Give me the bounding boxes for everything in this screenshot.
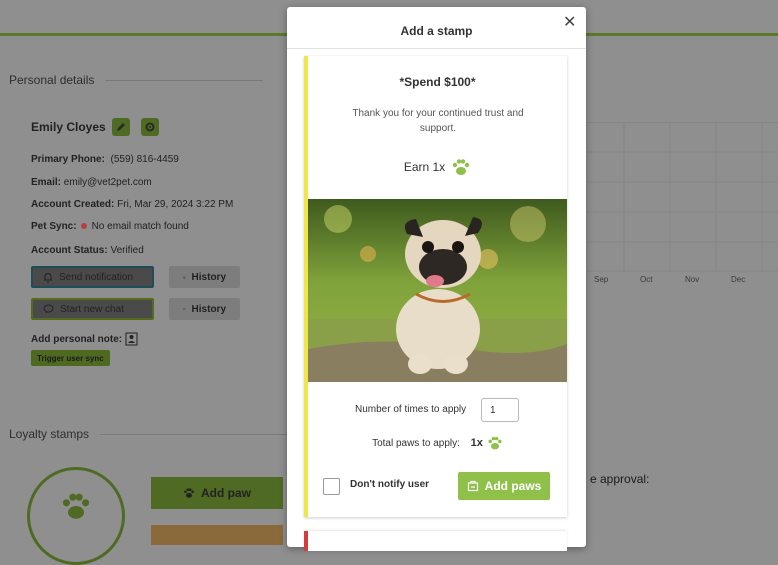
add-paws-button[interactable]: Add paws — [458, 472, 550, 500]
close-icon[interactable]: ✕ — [563, 12, 576, 32]
contact-card-icon — [125, 332, 138, 346]
notification-history-button[interactable]: History — [169, 266, 240, 288]
bell-icon — [44, 272, 52, 282]
secondary-action-button[interactable] — [151, 525, 283, 545]
loyalty-stamps-title: Loyalty stamps — [9, 427, 90, 441]
modal-title: Add a stamp — [400, 24, 473, 38]
month-label: Sep — [594, 275, 609, 284]
total-paws-row: Total paws to apply: 1x — [308, 435, 567, 451]
dont-notify-checkbox[interactable] — [323, 478, 340, 495]
stamp-card: *Spend $100* Thank you for your continue… — [304, 56, 567, 517]
approval-label: e approval: — [590, 472, 650, 486]
edit-button[interactable] — [112, 118, 130, 136]
email-row: Email: emily@vet2pet.com — [31, 177, 152, 188]
number-of-times-label: Number of times to apply — [355, 404, 467, 415]
start-new-chat-button[interactable]: Start new chat — [31, 298, 154, 320]
chart-grid — [575, 122, 778, 272]
section-divider — [100, 434, 290, 435]
paw-icon — [488, 436, 502, 450]
modal-divider — [287, 48, 586, 49]
status-dot — [80, 223, 87, 230]
personal-details-title: Personal details — [9, 73, 95, 87]
paw-stamp-circle — [27, 467, 125, 565]
dont-notify-label: Don't notify user — [350, 479, 430, 490]
section-divider — [105, 80, 263, 81]
add-stamp-modal: Add a stamp ✕ *Spend $100* Thank you for… — [287, 7, 586, 551]
settings-button[interactable] — [141, 118, 159, 136]
next-stamp-card — [304, 531, 567, 551]
pug-photo — [308, 199, 567, 382]
client-name: Emily Cloyes — [31, 120, 106, 134]
paw-icon — [452, 159, 470, 175]
bell-icon — [183, 275, 186, 279]
chat-icon — [43, 304, 54, 314]
month-label: Nov — [685, 275, 700, 284]
chat-history-button[interactable]: History — [169, 298, 240, 320]
pencil-icon — [117, 123, 125, 131]
add-paw-button[interactable]: Add paw — [151, 477, 283, 509]
account-created-row: Account Created: Fri, Mar 29, 2024 3:22 … — [31, 199, 234, 210]
primary-phone-row: Primary Phone: (559) 816-4459 — [31, 154, 179, 165]
month-label: Dec — [731, 275, 746, 284]
chat-icon — [183, 307, 186, 310]
paw-icon — [62, 493, 90, 519]
paw-icon — [184, 488, 194, 498]
month-label: Oct — [640, 275, 653, 284]
stamp-icon — [467, 480, 478, 492]
send-notification-button[interactable]: Send notification — [31, 266, 154, 288]
earn-row: Earn 1x — [308, 157, 567, 177]
add-personal-note[interactable]: Add personal note: — [31, 332, 138, 346]
account-status-row: Account Status: Verified — [31, 245, 144, 256]
number-of-times-input[interactable] — [481, 398, 519, 422]
gear-icon — [145, 122, 155, 132]
trigger-user-sync-button[interactable]: Trigger user sync — [31, 350, 110, 366]
pet-sync-row: Pet Sync: No email match found — [31, 221, 189, 232]
stamp-description: Thank you for your continued trust and s… — [352, 108, 524, 134]
stamp-title: *Spend $100* — [399, 75, 476, 89]
